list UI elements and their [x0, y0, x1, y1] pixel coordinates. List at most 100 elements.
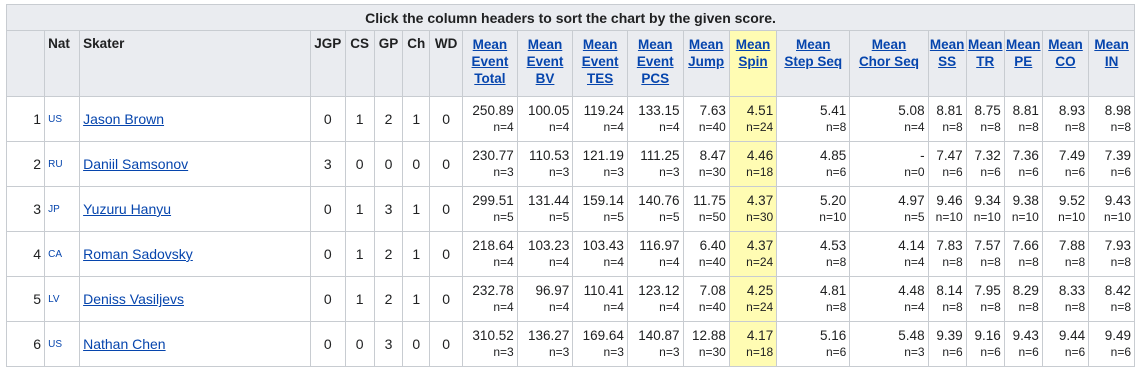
sort-link[interactable]: Mean Step Seq	[784, 36, 842, 70]
metric-value: 9.43	[1104, 193, 1131, 208]
mean-step-seq-cell: 4.53 n=8	[776, 231, 851, 277]
sort-link[interactable]: Mean PE	[1006, 36, 1041, 70]
sort-link[interactable]: Mean Event PCS	[637, 36, 674, 87]
mean-pe-header[interactable]: Mean PE	[1003, 30, 1043, 97]
mean-spin-header[interactable]: Mean Spin	[728, 30, 778, 97]
sort-link[interactable]: Mean SS	[930, 36, 965, 70]
mean-event-pcs-cell: 111.25 n=3	[626, 141, 684, 187]
sort-link[interactable]: Mean IN	[1094, 36, 1129, 70]
sort-link[interactable]: Mean Jump	[688, 36, 724, 70]
metric-count: n=8	[942, 300, 963, 314]
metric-count: n=8	[1018, 300, 1039, 314]
table-row: 3 JP Yuzuru Hanyu 0 1 3 1 0 299.51 n=5 131.44 n=5 15…	[5, 186, 1135, 232]
mean-chor-seq-cell: 4.97 n=5	[849, 186, 929, 232]
metric-value: 159.14	[582, 193, 624, 208]
metric-count: n=4	[548, 255, 570, 269]
mean-event-tes-cell: 169.64 n=3	[572, 321, 628, 367]
mean-event-tes-header[interactable]: Mean Event TES	[572, 30, 628, 97]
metric-count: n=6	[1110, 165, 1131, 179]
metric-count: n=4	[603, 255, 624, 269]
mean-event-total-header[interactable]: Mean Event Total	[462, 30, 518, 97]
metric-value: 218.64	[472, 238, 514, 253]
mean-event-pcs-cell: 133.15 n=4	[626, 96, 684, 142]
table-caption: Click the column headers to sort the cha…	[6, 4, 1135, 31]
mean-jump-header[interactable]: Mean Jump	[682, 30, 730, 97]
skater-link[interactable]: Yuzuru Hanyu	[83, 201, 171, 217]
jgp-cell: 0	[309, 231, 346, 277]
mean-tr-cell: 8.75 n=8	[965, 96, 1005, 142]
metric-value: 4.48	[898, 283, 925, 298]
gp-header[interactable]: GP	[373, 30, 404, 97]
mean-tr-cell: 7.32 n=6	[965, 141, 1005, 187]
sort-link[interactable]: Mean TR	[968, 36, 1003, 70]
sort-link[interactable]: Mean Event BV	[527, 36, 564, 87]
mean-chor-seq-header[interactable]: Mean Chor Seq	[849, 30, 929, 97]
ch-header[interactable]: Ch	[402, 30, 431, 97]
skater-link[interactable]: Deniss Vasiljevs	[83, 291, 184, 307]
skater-link[interactable]: Daniil Samsonov	[83, 156, 188, 172]
mean-event-pcs-cell: 140.87 n=3	[626, 321, 684, 367]
sort-link[interactable]: Mean Chor Seq	[859, 36, 919, 70]
wd-header[interactable]: WD	[429, 30, 464, 97]
metric-value: 8.42	[1104, 283, 1131, 298]
metric-count: n=6	[942, 345, 963, 359]
mean-pe-cell: 8.81 n=8	[1003, 96, 1043, 142]
ch-cell: 1	[402, 276, 431, 322]
skater-link[interactable]: Nathan Chen	[83, 336, 166, 352]
mean-tr-header[interactable]: Mean TR	[965, 30, 1005, 97]
metric-value: 7.08	[699, 283, 726, 298]
skater-header[interactable]: Skater	[79, 30, 311, 97]
mean-pe-cell: 7.66 n=8	[1003, 231, 1043, 277]
mean-ss-header[interactable]: Mean SS	[927, 30, 967, 97]
ch-cell: 1	[402, 96, 431, 142]
mean-pe-cell: 8.29 n=8	[1003, 276, 1043, 322]
metric-value: 8.93	[1058, 103, 1086, 118]
metric-value: 8.29	[1012, 283, 1039, 298]
skater-cell: Roman Sadovsky	[79, 231, 311, 277]
rank-cell: 4	[5, 231, 46, 277]
metric-value: 7.49	[1058, 148, 1086, 163]
metric-count: n=4	[904, 255, 925, 269]
gp-cell: 2	[373, 96, 404, 142]
metric-value: 131.44	[528, 193, 570, 208]
skater-link[interactable]: Jason Brown	[83, 111, 164, 127]
metric-value: 4.37	[746, 193, 774, 208]
sort-link[interactable]: Mean Event Total	[472, 36, 509, 87]
metric-value: 7.66	[1012, 238, 1039, 253]
metric-count: n=4	[659, 300, 680, 314]
metric-count: n=10	[973, 210, 1001, 224]
mean-pe-cell: 9.43 n=6	[1003, 321, 1043, 367]
metric-value: 7.63	[699, 103, 726, 118]
table-row: 2 RU Daniil Samsonov 3 0 0 0 0 230.77 n=3 110.53 n=…	[5, 141, 1135, 187]
nat-header[interactable]: Nat	[44, 30, 81, 97]
mean-spin-cell: 4.46 n=18	[728, 141, 778, 187]
mean-step-seq-header[interactable]: Mean Step Seq	[776, 30, 851, 97]
metric-count: n=5	[548, 210, 570, 224]
wd-cell: 0	[429, 231, 464, 277]
mean-in-header[interactable]: Mean IN	[1088, 30, 1135, 97]
mean-co-header[interactable]: Mean CO	[1041, 30, 1090, 97]
sort-link[interactable]: Mean Spin	[736, 36, 771, 70]
mean-chor-seq-cell: 4.48 n=4	[849, 276, 929, 322]
metric-count: n=3	[493, 345, 514, 359]
mean-ss-cell: 8.14 n=8	[927, 276, 967, 322]
skater-link[interactable]: Roman Sadovsky	[83, 246, 193, 262]
mean-chor-seq-cell: - n=0	[849, 141, 929, 187]
mean-event-bv-header[interactable]: Mean Event BV	[516, 30, 574, 97]
nat-cell: RU	[44, 141, 81, 187]
sort-link[interactable]: Mean CO	[1048, 36, 1083, 70]
mean-jump-cell: 11.75 n=50	[682, 186, 730, 232]
nat-cell: LV	[44, 276, 81, 322]
cs-header[interactable]: CS	[344, 30, 375, 97]
ch-cell: 0	[402, 141, 431, 187]
jgp-header[interactable]: JGP	[309, 30, 346, 97]
mean-event-pcs-header[interactable]: Mean Event PCS	[626, 30, 684, 97]
sort-link[interactable]: Mean Event TES	[582, 36, 619, 87]
metric-value: 140.87	[638, 328, 680, 343]
mean-in-cell: 9.49 n=6	[1088, 321, 1135, 367]
cs-cell: 0	[344, 321, 375, 367]
mean-event-pcs-cell: 116.97 n=4	[626, 231, 684, 277]
metric-value: 9.38	[1012, 193, 1039, 208]
metric-count: n=6	[980, 345, 1001, 359]
metric-count: n=8	[980, 255, 1001, 269]
